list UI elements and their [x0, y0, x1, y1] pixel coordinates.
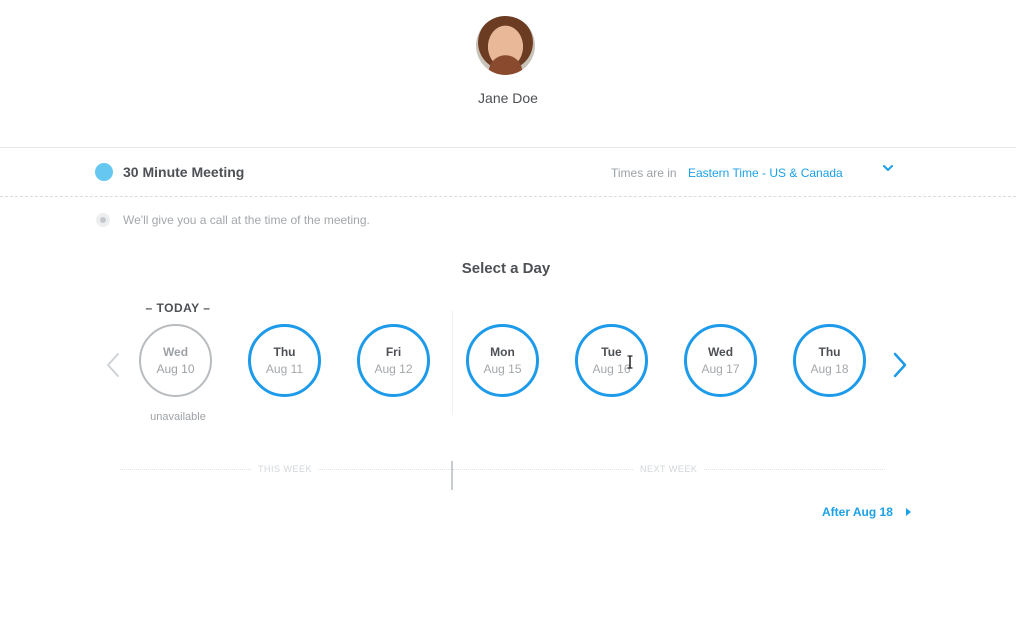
day-thu-aug-18[interactable]: Thu Aug 18	[793, 324, 866, 397]
day-date: Aug 17	[701, 361, 740, 376]
call-note: We'll give you a call at the time of the…	[123, 213, 370, 227]
day-date: Aug 11	[265, 361, 304, 376]
unavailable-note: unavailable	[150, 411, 206, 423]
day-wed-aug-17[interactable]: Wed Aug 17	[684, 324, 757, 397]
day-tue-aug-16[interactable]: Tue Aug 16	[575, 324, 648, 397]
day-name: Wed	[707, 344, 734, 359]
event-header: 30 Minute Meeting Times are in Eastern T…	[0, 147, 1016, 197]
caret-right-icon[interactable]	[906, 508, 911, 516]
day-date: Aug 16	[592, 361, 631, 376]
day-name: Tue	[601, 344, 622, 359]
day-date: Aug 15	[483, 361, 522, 376]
phone-icon	[96, 213, 110, 227]
today-label: – TODAY –	[145, 301, 211, 315]
timezone-selector[interactable]: Eastern Time - US & Canada	[688, 166, 843, 180]
section-title: Select a Day	[461, 260, 551, 277]
day-name: Thu	[273, 344, 296, 359]
text-cursor-icon	[627, 355, 633, 369]
chevron-left-icon[interactable]	[103, 350, 123, 380]
after-date-link[interactable]: After Aug 18	[822, 505, 893, 519]
this-week-label: THIS WEEK	[252, 464, 319, 474]
day-wed-aug-10: Wed Aug 10	[139, 324, 212, 397]
event-color-dot	[95, 163, 113, 181]
day-name: Mon	[490, 344, 515, 359]
day-name: Wed	[162, 344, 189, 359]
chevron-right-icon[interactable]	[890, 350, 910, 380]
day-mon-aug-15[interactable]: Mon Aug 15	[466, 324, 539, 397]
day-date: Aug 18	[810, 361, 849, 376]
host-name: Jane Doe	[478, 90, 538, 106]
week-separator	[451, 461, 453, 490]
host-avatar	[476, 16, 535, 75]
week-divider	[452, 310, 453, 415]
day-date: Aug 10	[156, 361, 195, 376]
timezone-label: Times are in	[611, 166, 677, 180]
event-title: 30 Minute Meeting	[123, 164, 245, 180]
chevron-down-icon[interactable]	[881, 161, 895, 175]
day-thu-aug-11[interactable]: Thu Aug 11	[248, 324, 321, 397]
day-date: Aug 12	[374, 361, 413, 376]
day-name: Thu	[818, 344, 841, 359]
day-fri-aug-12[interactable]: Fri Aug 12	[357, 324, 430, 397]
next-week-label: NEXT WEEK	[634, 464, 704, 474]
day-name: Fri	[385, 344, 402, 359]
